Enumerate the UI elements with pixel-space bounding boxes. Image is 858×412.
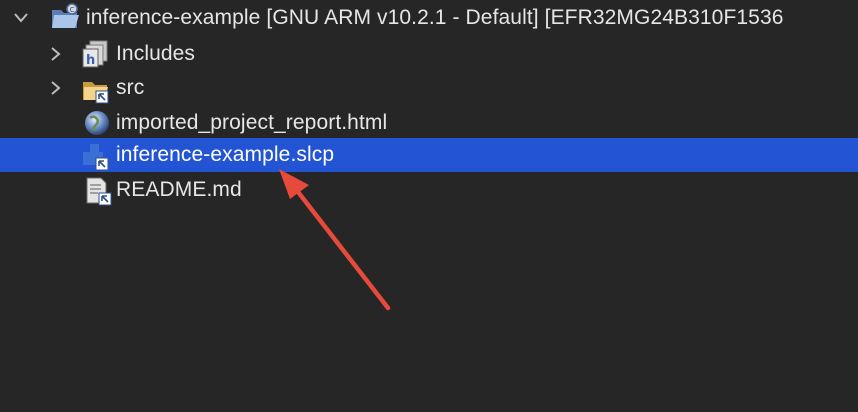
- tree-item-src[interactable]: src: [0, 71, 858, 105]
- tree-item-label: Includes: [116, 42, 196, 65]
- project-toolchain: [GNU ARM v10.2.1 - Default]: [266, 6, 539, 29]
- tree-item-label: README.md: [116, 178, 242, 201]
- tree-item-label: inference-example.slcp: [116, 143, 335, 166]
- tree-item-readme[interactable]: README.md: [0, 173, 858, 207]
- text-file-link-icon: [84, 176, 114, 206]
- tree-item-label: src: [116, 76, 145, 99]
- chevron-right-icon[interactable]: [49, 47, 63, 61]
- svg-text:h: h: [86, 53, 95, 68]
- globe-icon: [83, 108, 113, 138]
- tree-item-includes[interactable]: h Includes: [0, 37, 858, 71]
- tree-item-slcp[interactable]: inference-example.slcp: [0, 138, 858, 172]
- includes-icon: h: [81, 39, 111, 69]
- project-folder-icon: C: [50, 2, 80, 32]
- svg-text:C: C: [70, 6, 75, 14]
- tree-item-label: imported_project_report.html: [116, 111, 388, 134]
- chevron-down-icon[interactable]: [14, 11, 28, 25]
- project-name: inference-example: [86, 6, 261, 29]
- chevron-right-icon[interactable]: [49, 81, 63, 95]
- slcp-component-icon: [81, 141, 111, 171]
- project-explorer-tree: C inference-example [GNU ARM v10.2.1 - D…: [0, 0, 858, 412]
- folder-link-icon: [81, 74, 111, 104]
- tree-item-report-html[interactable]: imported_project_report.html: [0, 106, 858, 140]
- project-device: [EFR32MG24B310F1536: [544, 6, 784, 29]
- project-root-row[interactable]: C inference-example [GNU ARM v10.2.1 - D…: [0, 1, 858, 35]
